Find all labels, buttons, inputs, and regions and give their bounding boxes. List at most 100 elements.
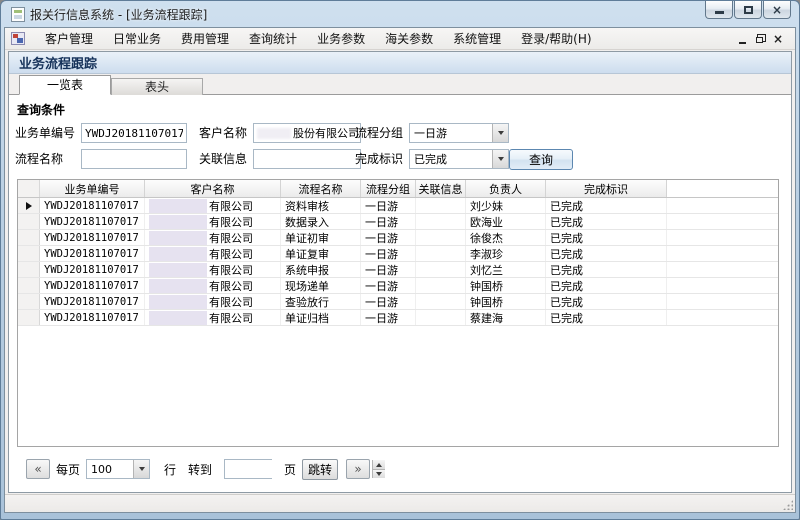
- menu-item-query-stats[interactable]: 查询统计: [239, 28, 307, 49]
- per-page-dropdown-button[interactable]: [133, 460, 149, 478]
- table-row[interactable]: YWDJ20181107017 有限公司 单证归档 一日游 蔡建海 已完成: [18, 310, 778, 326]
- cell-status: 已完成: [546, 198, 667, 213]
- menu-item-system-mgmt[interactable]: 系统管理: [443, 28, 511, 49]
- row-selector-cell: [18, 230, 40, 245]
- col-group[interactable]: 流程分组: [361, 180, 416, 197]
- cell-related: [416, 294, 466, 309]
- col-related[interactable]: 关联信息: [416, 180, 466, 197]
- per-page-select[interactable]: 100: [86, 459, 150, 479]
- customer-name-value: 股份有限公司: [293, 125, 359, 141]
- table-row[interactable]: YWDJ20181107017 有限公司 单证复审 一日游 李淑珍 已完成: [18, 246, 778, 262]
- spin-down-button[interactable]: [373, 469, 385, 478]
- cell-owner: 蔡建海: [466, 310, 546, 325]
- cell-status: 已完成: [546, 310, 667, 325]
- related-info-input[interactable]: [253, 149, 361, 169]
- maximize-button[interactable]: [734, 1, 762, 19]
- col-order-no[interactable]: 业务单编号: [40, 180, 145, 197]
- minimize-button[interactable]: [705, 1, 733, 19]
- cell-customer: 有限公司: [145, 310, 281, 325]
- customer-redaction: [149, 263, 207, 277]
- cell-owner: 钟国桥: [466, 278, 546, 293]
- cell-process: 现场递单: [281, 278, 361, 293]
- menu-item-business-params[interactable]: 业务参数: [307, 28, 375, 49]
- menu-item-login-help[interactable]: 登录/帮助(H): [511, 28, 601, 49]
- cell-owner: 刘少妹: [466, 198, 546, 213]
- spin-up-button[interactable]: [373, 460, 385, 469]
- tab-overview[interactable]: 一览表: [19, 75, 111, 95]
- customer-text: 有限公司: [209, 214, 253, 229]
- child-minimize-button[interactable]: [733, 31, 751, 47]
- prev-page-button[interactable]: «: [26, 459, 50, 479]
- cell-process: 资料审核: [281, 198, 361, 213]
- menu-item-fee-mgmt[interactable]: 费用管理: [171, 28, 239, 49]
- cell-customer: 有限公司: [145, 214, 281, 229]
- customer-redaction: [149, 247, 207, 261]
- cell-owner: 刘忆兰: [466, 262, 546, 277]
- page-unit-label: 页: [284, 461, 296, 478]
- next-page-button[interactable]: »: [346, 459, 370, 479]
- table-row[interactable]: YWDJ20181107017 有限公司 单证初审 一日游 徐俊杰 已完成: [18, 230, 778, 246]
- status-flag-select[interactable]: 已完成: [409, 149, 509, 169]
- cell-order-no: YWDJ20181107017: [40, 310, 145, 325]
- order-no-input[interactable]: [81, 123, 187, 143]
- close-button[interactable]: ×: [763, 1, 791, 19]
- customer-redaction: [149, 311, 207, 325]
- tab-strip: 一览表 表头: [9, 74, 791, 95]
- app-window: 报关行信息系统 - [业务流程跟踪] × 客户管理 日常业务 费用管理 查询统计…: [0, 0, 800, 520]
- cell-customer: 有限公司: [145, 230, 281, 245]
- cell-order-no: YWDJ20181107017: [40, 230, 145, 245]
- table-row[interactable]: YWDJ20181107017 有限公司 数据录入 一日游 欧海业 已完成: [18, 214, 778, 230]
- cell-status: 已完成: [546, 262, 667, 277]
- resize-grip[interactable]: [783, 500, 793, 510]
- mdi-child-controls: ×: [733, 28, 787, 50]
- col-owner[interactable]: 负责人: [466, 180, 546, 197]
- minimize-icon: [715, 11, 724, 14]
- cell-owner: 李淑珍: [466, 246, 546, 261]
- table-row[interactable]: YWDJ20181107017 有限公司 查验放行 一日游 钟国桥 已完成: [18, 294, 778, 310]
- table-row[interactable]: YWDJ20181107017 有限公司 系统申报 一日游 刘忆兰 已完成: [18, 262, 778, 278]
- search-button[interactable]: 查询: [509, 149, 573, 170]
- process-group-dropdown-button[interactable]: [492, 124, 508, 142]
- table-row[interactable]: YWDJ20181107017 有限公司 资料审核 一日游 刘少妹 已完成: [18, 198, 778, 214]
- customer-redaction: [149, 231, 207, 245]
- col-status[interactable]: 完成标识: [546, 180, 667, 197]
- cell-order-no: YWDJ20181107017: [40, 246, 145, 261]
- table-row[interactable]: YWDJ20181107017 有限公司 现场递单 一日游 钟国桥 已完成: [18, 278, 778, 294]
- cell-order-no: YWDJ20181107017: [40, 198, 145, 213]
- customer-text: 有限公司: [209, 262, 253, 277]
- process-name-input[interactable]: [81, 149, 187, 169]
- child-close-button[interactable]: ×: [769, 31, 787, 47]
- cell-related: [416, 262, 466, 277]
- customer-name-input[interactable]: 股份有限公司: [253, 123, 361, 143]
- process-name-label: 流程名称: [15, 149, 63, 169]
- cell-order-no: YWDJ20181107017: [40, 214, 145, 229]
- menu-item-customs-params[interactable]: 海关参数: [375, 28, 443, 49]
- cell-group: 一日游: [361, 310, 416, 325]
- prev-page-icon: «: [34, 462, 41, 476]
- chevron-down-icon: [139, 467, 145, 471]
- title-bar[interactable]: 报关行信息系统 - [业务流程跟踪] ×: [1, 1, 799, 27]
- cell-related: [416, 278, 466, 293]
- cell-process: 系统申报: [281, 262, 361, 277]
- mdi-child-icon: [11, 32, 25, 45]
- cell-group: 一日游: [361, 278, 416, 293]
- app-icon: [11, 7, 25, 22]
- cell-group: 一日游: [361, 246, 416, 261]
- child-restore-button[interactable]: [751, 31, 769, 47]
- window-client: 客户管理 日常业务 费用管理 查询统计 业务参数 海关参数 系统管理 登录/帮助…: [4, 27, 796, 513]
- goto-label: 转到: [188, 461, 212, 478]
- col-process[interactable]: 流程名称: [281, 180, 361, 197]
- cell-group: 一日游: [361, 230, 416, 245]
- col-customer[interactable]: 客户名称: [145, 180, 281, 197]
- row-selector-cell: [18, 262, 40, 277]
- tab-header[interactable]: 表头: [111, 78, 203, 95]
- jump-button[interactable]: 跳转: [302, 459, 338, 480]
- menu-bar: 客户管理 日常业务 费用管理 查询统计 业务参数 海关参数 系统管理 登录/帮助…: [5, 28, 795, 50]
- cell-customer: 有限公司: [145, 198, 281, 213]
- menu-item-daily-business[interactable]: 日常业务: [103, 28, 171, 49]
- grid-header-row: 业务单编号 客户名称 流程名称 流程分组 关联信息 负责人 完成标识: [18, 180, 778, 198]
- status-flag-dropdown-button[interactable]: [492, 150, 508, 168]
- menu-item-customer-mgmt[interactable]: 客户管理: [35, 28, 103, 49]
- process-group-value: 一日游: [410, 125, 492, 141]
- process-group-select[interactable]: 一日游: [409, 123, 509, 143]
